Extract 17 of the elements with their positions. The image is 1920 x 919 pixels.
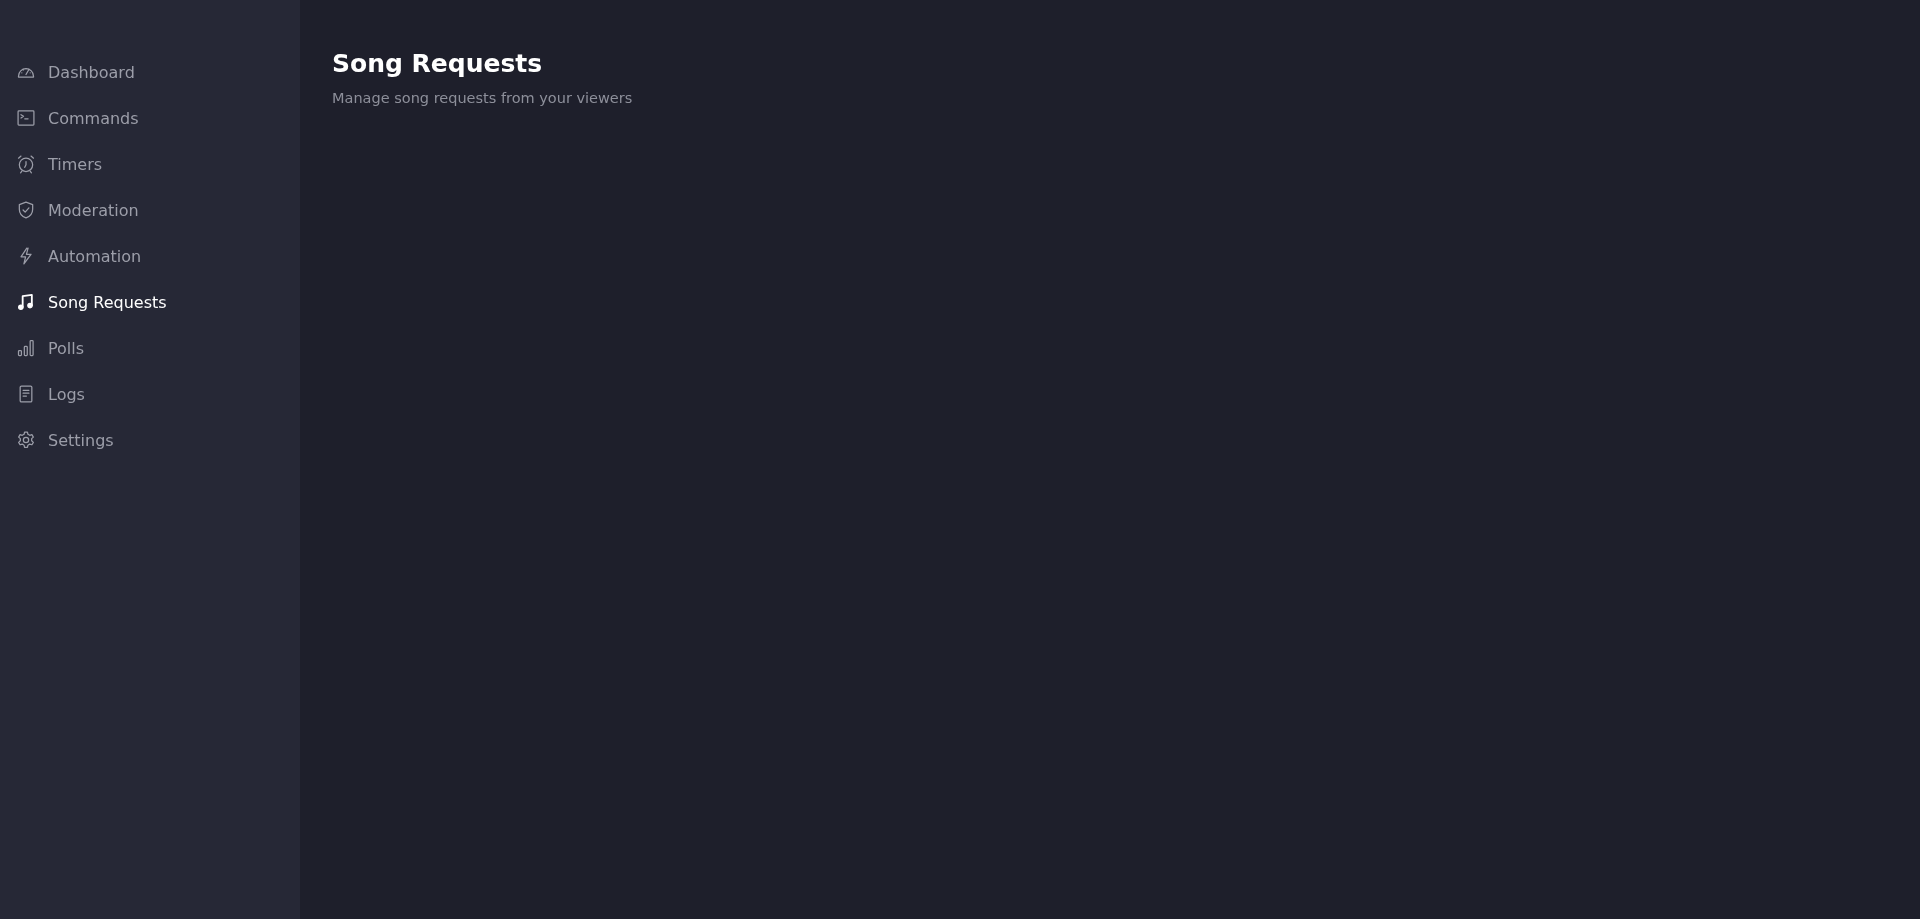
page-title: Song Requests xyxy=(332,48,544,80)
sidebar-item[interactable]: Song Requests xyxy=(0,279,300,325)
page-subtitle: Manage song requests from your viewers xyxy=(332,89,634,108)
sidebar-item[interactable]: Dashboard xyxy=(0,49,300,95)
music-note-icon xyxy=(16,292,36,312)
sidebar-item[interactable]: Polls xyxy=(0,325,300,371)
sidebar-item[interactable]: Moderation xyxy=(0,187,300,233)
alarm-clock-icon xyxy=(16,154,36,174)
terminal-icon xyxy=(16,108,36,128)
sidebar-item[interactable]: Logs xyxy=(0,371,300,417)
shield-check-icon xyxy=(16,200,36,220)
sidebar-item[interactable]: Timers xyxy=(0,141,300,187)
sidebar-item[interactable]: Settings xyxy=(0,417,300,463)
sidebar-item[interactable]: Automation xyxy=(0,233,300,279)
bar-chart-icon xyxy=(16,338,36,358)
settings-icon xyxy=(16,430,36,450)
sidebar-item[interactable]: Commands xyxy=(0,95,300,141)
